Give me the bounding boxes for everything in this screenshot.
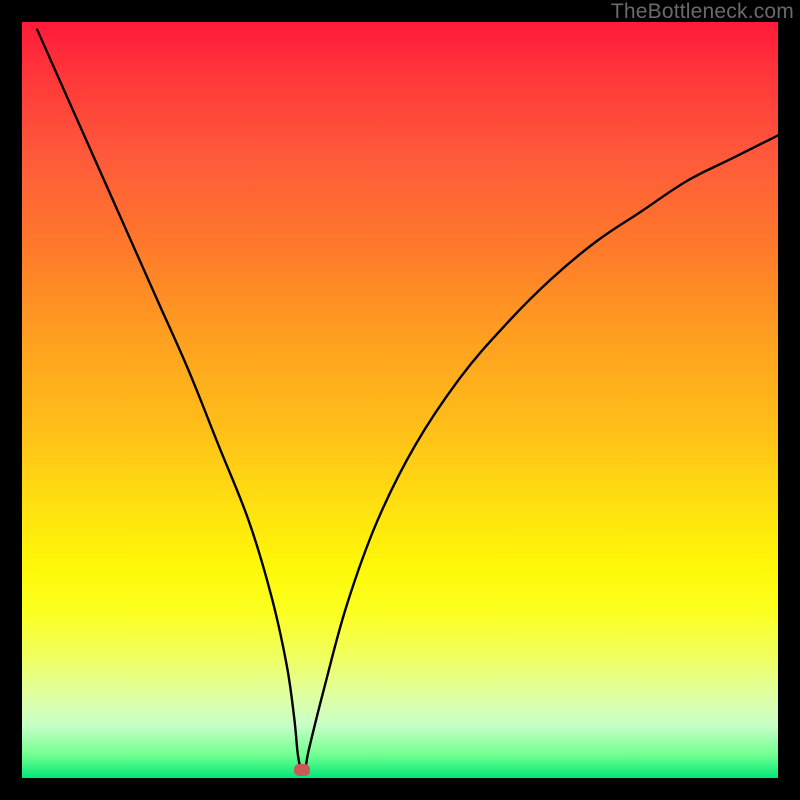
min-marker [294,764,310,776]
chart-container: TheBottleneck.com [0,0,800,800]
watermark-text: TheBottleneck.com [611,0,794,24]
bottleneck-curve [37,30,778,772]
curve-svg [22,22,778,778]
plot-area [22,22,778,778]
